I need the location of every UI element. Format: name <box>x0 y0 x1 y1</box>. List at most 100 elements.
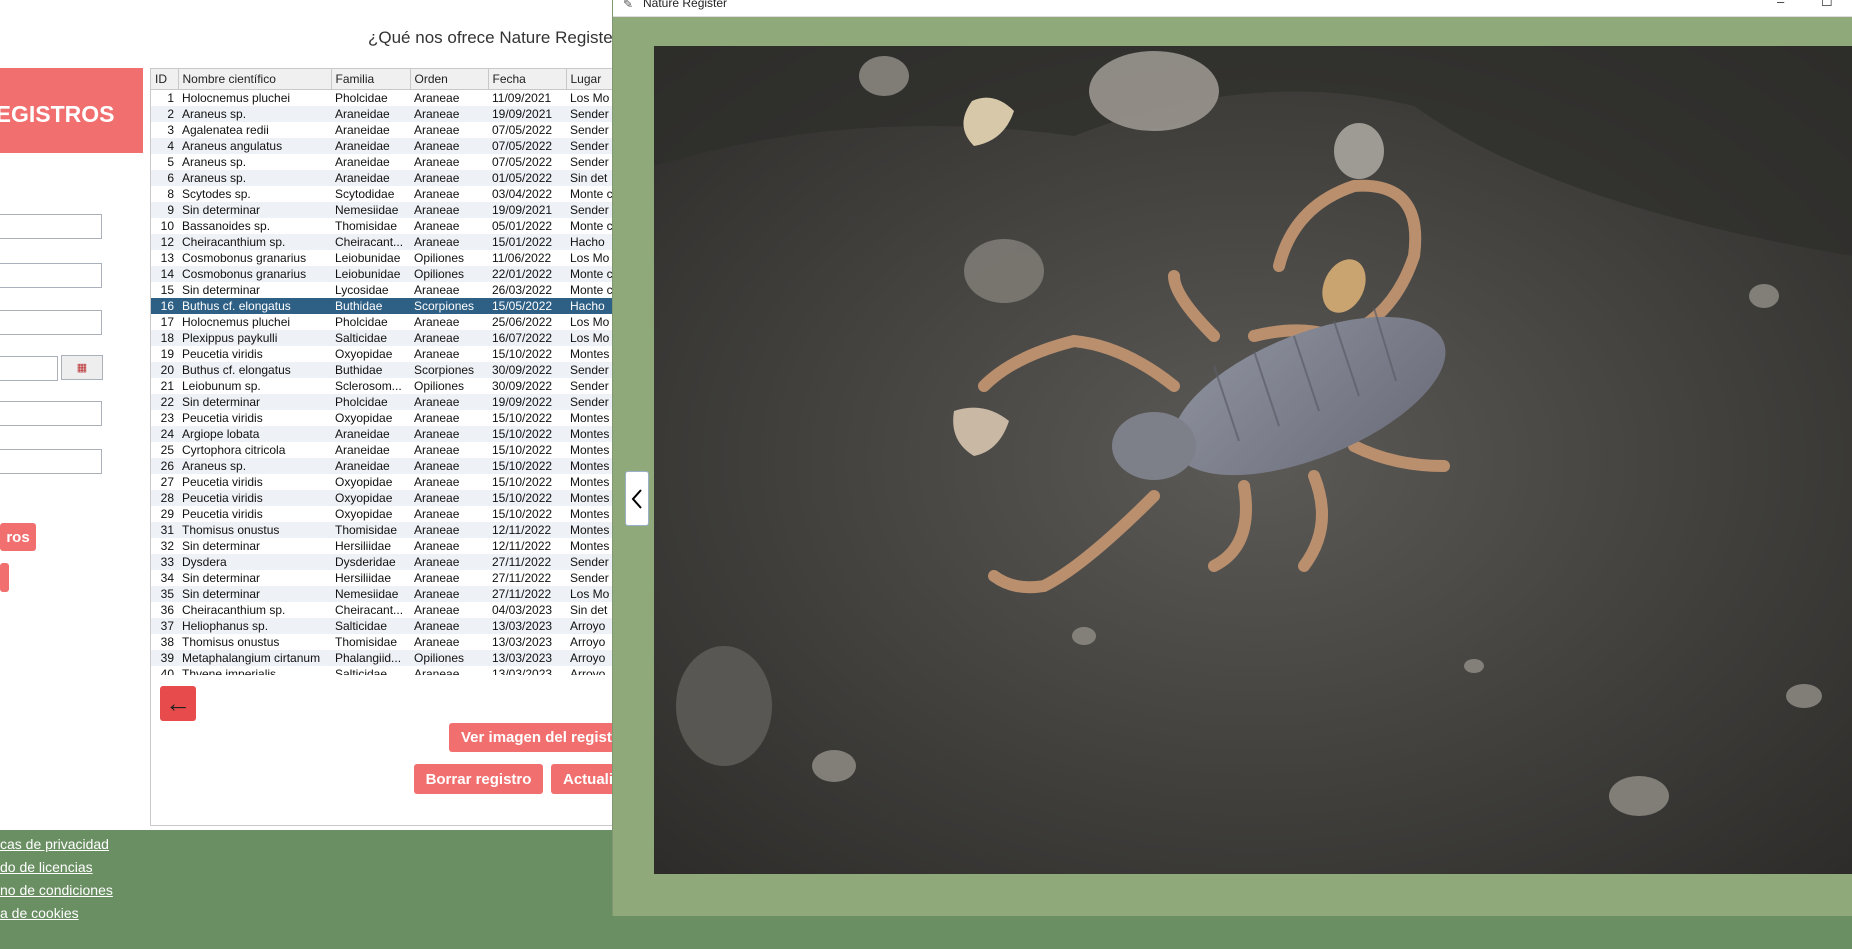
table-row[interactable]: 1 Holocnemus pluchei Pholcidae Araneae 11/09… <box>151 90 616 107</box>
table-row[interactable]: 20 Buthus cf. elongatus Buthidae Scorpiones… <box>151 362 616 378</box>
form-field-6[interactable] <box>0 449 102 474</box>
table-row[interactable]: 29 Peucetia viridis Oxyopidae Araneae 15/10/… <box>151 506 616 522</box>
col-header-id[interactable]: ID <box>151 69 179 90</box>
table-row[interactable]: 34 Sin determinar Hersiliidae Araneae 27/11/… <box>151 570 616 586</box>
table-row[interactable]: 9 Sin determinar Nemesiidae Araneae 19/09/20… <box>151 202 616 218</box>
table-row[interactable]: 36 Cheiracanthium sp. Cheiracant... Araneae… <box>151 602 616 618</box>
form-field-3[interactable] <box>0 310 102 335</box>
table-row[interactable]: 2 Araneus sp. Araneidae Araneae 19/09/2021 Se… <box>151 106 616 122</box>
form-field-5[interactable] <box>0 401 102 426</box>
cell-id: 34 <box>160 571 174 585</box>
table-row[interactable]: 21 Leiobunum sp. Sclerosom... Opiliones 30/0… <box>151 378 616 394</box>
table-row[interactable]: 35 Sin determinar Nemesiidae Araneae 27/11/2… <box>151 586 616 602</box>
records-window: ¿Qué nos ofrece Nature Register? REGISTR… <box>0 0 628 830</box>
table-row[interactable]: 3 Agalenatea redii Araneidae Araneae 07/05/2… <box>151 122 616 138</box>
table-row[interactable]: 23 Peucetia viridis Oxyopidae Araneae 15/10/… <box>151 410 616 426</box>
cell-id: 5 <box>167 155 174 169</box>
cell-order: Araneae <box>410 330 488 346</box>
col-header-family[interactable]: Familia <box>331 69 411 90</box>
minimize-button[interactable]: – <box>1777 0 1784 9</box>
cell-place: Monte c <box>570 187 613 201</box>
cell-id: 25 <box>160 443 174 457</box>
calendar-icon: ▦ <box>76 362 88 374</box>
col-header-place[interactable]: Lugar <box>566 69 616 90</box>
back-button[interactable]: ← <box>160 686 196 721</box>
cell-order: Araneae <box>414 219 460 233</box>
previous-image-button[interactable] <box>625 471 649 526</box>
table-row[interactable]: 33 Dysdera Dysderidae Araneae 27/11/2022 Send… <box>151 554 616 570</box>
form-field-2[interactable] <box>0 263 102 288</box>
cell-date: 19/09/2021 <box>488 202 566 218</box>
cell-name: Cheiracanthium sp. <box>178 234 331 250</box>
cell-name: Buthus cf. elongatus <box>178 362 331 378</box>
table-row[interactable]: 17 Holocnemus pluchei Pholcidae Araneae 25/0… <box>151 314 616 330</box>
cell-date: 27/11/2022 <box>492 571 552 585</box>
cell-order: Araneae <box>414 539 460 553</box>
table-row[interactable]: 25 Cyrtophora citricola Araneidae Araneae 15… <box>151 442 616 458</box>
table-row[interactable]: 37 Heliophanus sp. Salticidae Araneae 13/03/… <box>151 618 616 634</box>
form-field-1[interactable] <box>0 214 102 239</box>
table-row[interactable]: 12 Cheiracanthium sp. Cheiracant... Araneae… <box>151 234 616 250</box>
col-header-order[interactable]: Orden <box>410 69 489 90</box>
delete-record-button[interactable]: Borrar registro <box>414 764 543 794</box>
cell-place: Sender <box>566 554 616 570</box>
view-image-button[interactable]: Ver imagen del registro <box>449 723 615 752</box>
cell-family: Thomisidae <box>335 219 398 233</box>
cell-id: 19 <box>160 347 174 361</box>
maximize-button[interactable]: ☐ <box>1821 0 1833 10</box>
cell-place: Montes <box>566 490 616 506</box>
col-header-name[interactable]: Nombre científico <box>178 69 332 90</box>
cell-order: Araneae <box>410 202 488 218</box>
table-row[interactable]: 8 Scytodes sp. Scytodidae Araneae 03/04/2022… <box>151 186 616 202</box>
table-row[interactable]: 27 Peucetia viridis Oxyopidae Araneae 15/10/… <box>151 474 616 490</box>
table-row[interactable]: 24 Argiope lobata Araneidae Araneae 15/10/20… <box>151 426 616 442</box>
terms-link[interactable]: no de condiciones <box>0 879 113 902</box>
image-viewer-window: ✎ Nature Register – ☐ <box>612 0 1852 916</box>
page-heading: ¿Qué nos ofrece Nature Register? <box>368 28 628 47</box>
cell-order: Araneae <box>414 155 460 169</box>
cell-date: 27/11/2022 <box>488 554 566 570</box>
table-row[interactable]: 10 Bassanoides sp. Thomisidae Araneae 05/01/… <box>151 218 616 234</box>
cell-family: Oxyopidae <box>335 475 393 489</box>
cell-id: 20 <box>151 362 178 378</box>
table-row[interactable]: 4 Araneus angulatus Araneidae Araneae 07/05/… <box>151 138 616 154</box>
date-picker-button[interactable]: ▦ <box>61 355 103 380</box>
table-row[interactable]: 38 Thomisus onustus Thomisidae Araneae 13/03… <box>151 634 616 650</box>
cell-id: 15 <box>160 283 174 297</box>
table-row[interactable]: 31 Thomisus onustus Thomisidae Araneae 12/11… <box>151 522 616 538</box>
records-button-label: ros <box>6 528 30 546</box>
update-record-button[interactable]: Actualizar <box>551 764 615 794</box>
cell-order: Araneae <box>410 586 488 602</box>
title-bar[interactable]: ✎ Nature Register – ☐ <box>613 0 1852 17</box>
table-row[interactable]: 26 Araneus sp. Araneidae Araneae 15/10/2022 M… <box>151 458 616 474</box>
table-row[interactable]: 6 Araneus sp. Araneidae Araneae 01/05/2022 Si… <box>151 170 616 186</box>
col-header-date[interactable]: Fecha <box>488 69 567 90</box>
records-button[interactable]: ros <box>0 523 36 551</box>
cell-family: Araneidae <box>335 155 390 169</box>
cell-order: Araneae <box>410 138 488 154</box>
cell-name: Araneus angulatus <box>178 138 331 154</box>
privacy-policy-link[interactable]: cas de privacidad <box>0 833 113 856</box>
table-row[interactable]: 22 Sin determinar Pholcidae Araneae 19/09/20… <box>151 394 616 410</box>
cell-family: Oxyopidae <box>335 411 393 425</box>
table-row[interactable]: 39 Metaphalangium cirtanum Phalangiid... Op… <box>151 650 616 666</box>
cell-order: Araneae <box>410 426 488 442</box>
table-row[interactable]: 5 Araneus sp. Araneidae Araneae 07/05/2022 Se… <box>151 154 616 170</box>
table-row[interactable]: 15 Sin determinar Lycosidae Araneae 26/03/20… <box>151 282 616 298</box>
update-record-label: Actualizar <box>563 770 615 788</box>
table-row[interactable]: 13 Cosmobonus granarius Leiobunidae Opilion… <box>151 250 616 266</box>
date-field[interactable] <box>0 356 58 381</box>
licenses-link[interactable]: do de licencias <box>0 856 113 879</box>
cell-order: Araneae <box>414 187 460 201</box>
cookies-link[interactable]: a de cookies <box>0 902 113 925</box>
table-row[interactable]: 14 Cosmobonus granarius Leiobunidae Opilion… <box>151 266 616 282</box>
cell-place: Sender <box>570 379 609 393</box>
cell-id: 14 <box>151 266 178 282</box>
table-row[interactable]: 16 Buthus cf. elongatus Buthidae Scorpiones… <box>151 298 616 314</box>
table-row[interactable]: 19 Peucetia viridis Oxyopidae Araneae 15/10/… <box>151 346 616 362</box>
table-row[interactable]: 18 Plexippus paykulli Salticidae Araneae 16/… <box>151 330 616 346</box>
table-row[interactable]: 28 Peucetia viridis Oxyopidae Araneae 15/10/… <box>151 490 616 506</box>
cell-name: Heliophanus sp. <box>178 618 331 634</box>
table-row[interactable]: 32 Sin determinar Hersiliidae Araneae 12/11/… <box>151 538 616 554</box>
secondary-button[interactable] <box>0 563 9 592</box>
